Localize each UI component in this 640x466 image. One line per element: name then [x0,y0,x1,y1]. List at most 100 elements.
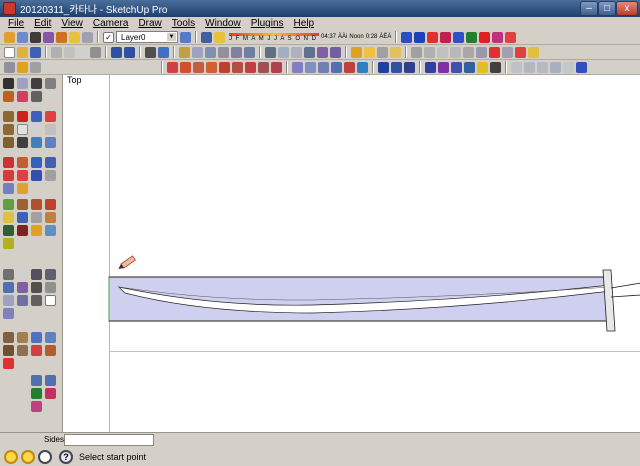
hook-icon[interactable] [31,345,42,356]
shaded-texture-icon[interactable] [317,46,328,58]
menu-draw[interactable]: Draw [133,18,166,29]
sides-input[interactable] [64,434,154,446]
plugin-6-icon[interactable] [45,282,56,293]
smoove-icon[interactable] [193,61,204,73]
spline-icon[interactable] [17,282,28,293]
intersect-icon[interactable] [424,46,435,58]
save-icon[interactable] [30,46,41,58]
geo-location-icon[interactable] [4,449,18,464]
styles-icon[interactable] [390,46,401,58]
gear-icon[interactable] [31,225,42,236]
paint-bucket-icon[interactable] [3,91,14,102]
menu-window[interactable]: Window [200,18,246,29]
solid-icon-3[interactable] [318,61,329,73]
yellow-ball-icon[interactable] [3,238,14,249]
fog-icon[interactable] [17,212,28,223]
delete-icon[interactable] [90,46,101,58]
arc-icon[interactable] [17,124,28,135]
camera-plugin-icon[interactable] [45,199,56,210]
sun-icon[interactable] [3,212,14,223]
plugin-b-icon[interactable] [391,61,402,73]
plugin-a-icon[interactable] [378,61,389,73]
layer-select[interactable]: Layer0 ▼ [116,31,178,43]
subtract-icon[interactable] [450,46,461,58]
hidden-line-icon[interactable] [291,46,302,58]
xray-icon[interactable] [265,46,276,58]
plugin-11-icon[interactable] [17,345,28,356]
plugin-i-icon[interactable] [490,61,501,73]
red-tool-icon[interactable] [427,31,439,43]
move-icon[interactable] [31,111,42,122]
plugin-k-icon[interactable] [524,61,535,73]
shaded-icon[interactable] [304,46,315,58]
magenta-shape-icon[interactable] [31,401,42,412]
protractor-icon[interactable] [17,157,28,168]
section-plane-icon[interactable] [45,157,56,168]
look-around-icon[interactable] [17,199,28,210]
katana-tsuba-guard[interactable] [602,269,616,332]
minimize-button[interactable]: – [580,1,598,16]
eraser-icon[interactable] [17,91,28,102]
magenta-tool-icon[interactable] [492,31,504,43]
zoom-extents-icon[interactable] [56,31,67,43]
polygon-icon[interactable] [3,137,14,148]
red-plugin-icon[interactable] [515,46,526,58]
square-icon[interactable] [45,295,56,306]
menu-plugins[interactable]: Plugins [246,18,289,29]
curve-tool-icon[interactable] [31,375,42,386]
text-icon[interactable] [31,78,42,89]
plugin-n-icon[interactable] [563,61,574,73]
plugin-d-icon[interactable] [425,61,436,73]
katana-handle[interactable] [610,282,640,298]
plugin-j-icon[interactable] [511,61,522,73]
sandbox-icon[interactable] [440,31,452,43]
new-file-icon[interactable] [4,46,15,58]
green-tool-icon[interactable] [466,31,478,43]
pink-loop-icon[interactable] [45,388,56,399]
red-arc-icon[interactable] [3,358,14,369]
model-viewport[interactable]: Top [62,75,640,432]
orbit-icon[interactable] [4,31,15,43]
grid-icon[interactable] [258,61,269,73]
position-camera-icon[interactable] [3,199,14,210]
terrain-tool-icon[interactable] [3,225,14,236]
open-folder-icon[interactable] [17,46,28,58]
solid-icon-6[interactable] [357,61,368,73]
drape-icon[interactable] [219,61,230,73]
walk-camera-icon[interactable] [31,199,42,210]
dimension-icon[interactable] [31,157,42,168]
rotate-icon[interactable] [45,111,56,122]
measure-plugin-icon[interactable] [31,212,42,223]
tag-icon[interactable] [45,212,56,223]
right-view-icon[interactable] [218,46,229,58]
pan-icon[interactable] [17,170,28,181]
materials-icon[interactable] [377,46,388,58]
cut-icon[interactable] [51,46,62,58]
plugin-8-icon[interactable] [3,332,14,343]
shadow-settings-icon[interactable] [214,31,225,43]
yellow-plugin-icon[interactable] [528,46,539,58]
plugin-12-icon[interactable] [45,345,56,356]
plugin-3-icon[interactable] [31,269,42,280]
layer-visible-check-icon[interactable]: ✓ [103,31,114,43]
freehand-icon[interactable] [17,137,28,148]
trim-icon[interactable] [463,46,474,58]
component-icon[interactable] [351,46,362,58]
look-around-icon[interactable] [17,61,28,73]
undo-icon[interactable] [111,46,122,58]
solid-icon-4[interactable] [331,61,342,73]
close-button[interactable]: x [616,1,638,16]
stamp-icon[interactable] [206,61,217,73]
flip-edge-icon[interactable] [245,61,256,73]
polyline-icon[interactable] [17,295,28,306]
offset-icon[interactable] [31,137,42,148]
plugin-l-icon[interactable] [537,61,548,73]
make-component-icon[interactable] [17,78,28,89]
previous-view-icon[interactable] [69,31,80,43]
solid-icon-2[interactable] [305,61,316,73]
back-view-icon[interactable] [231,46,242,58]
time-slider-icon[interactable] [401,31,413,43]
menu-file[interactable]: File [3,18,29,29]
copy-icon[interactable] [64,46,75,58]
maximize-button[interactable]: □ [598,1,616,16]
